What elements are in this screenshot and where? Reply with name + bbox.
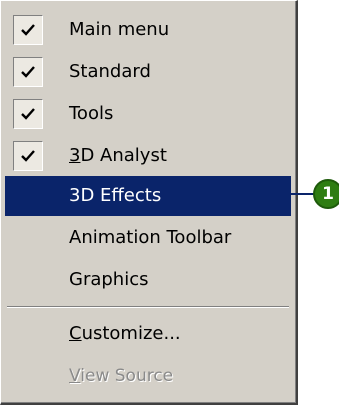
menu-item-customize[interactable]: Customize... [5, 314, 291, 354]
menu-item-3d-analyst[interactable]: 3D Analyst [5, 136, 291, 176]
menu-item-label: Main menu [69, 19, 170, 40]
checkmark-icon [13, 57, 43, 87]
menu-item-label: Tools [69, 103, 114, 124]
menu-item-tools[interactable]: Tools [5, 94, 291, 134]
menu-item-label: Standard [69, 61, 151, 82]
menu-separator [7, 306, 289, 308]
menu-item-label: Animation Toolbar [69, 227, 232, 248]
mnemonic: C [69, 323, 82, 344]
mnemonic: 3 [69, 145, 81, 166]
toolbars-context-menu: Main menu Standard Tools 3D Analyst 3D E… [0, 0, 298, 405]
checkmark-icon [13, 15, 43, 45]
menu-item-graphics[interactable]: Graphics [5, 260, 291, 300]
mnemonic: V [69, 366, 81, 386]
menu-item-main-menu[interactable]: Main menu [5, 10, 291, 50]
menu-item-3d-effects[interactable]: 3D Effects [5, 176, 291, 216]
label-rest: ustomize... [81, 323, 181, 344]
menu-item-label: 3D Effects [69, 185, 162, 206]
menu-item-label: View Source [69, 356, 173, 396]
menu-item-standard[interactable]: Standard [5, 52, 291, 92]
menu-item-label: Customize... [69, 314, 181, 354]
checkmark-icon [13, 141, 43, 171]
menu-item-label: 3D Analyst [69, 136, 167, 176]
menu-item-view-source: View Source [5, 356, 291, 396]
menu-item-label: Graphics [69, 269, 149, 290]
callout-number-badge: 1 [313, 179, 339, 209]
checkmark-icon [13, 99, 43, 129]
menu-item-animation-toolbar[interactable]: Animation Toolbar [5, 218, 291, 258]
label-rest: D Analyst [80, 145, 167, 166]
label-rest: iew Source [80, 366, 174, 386]
